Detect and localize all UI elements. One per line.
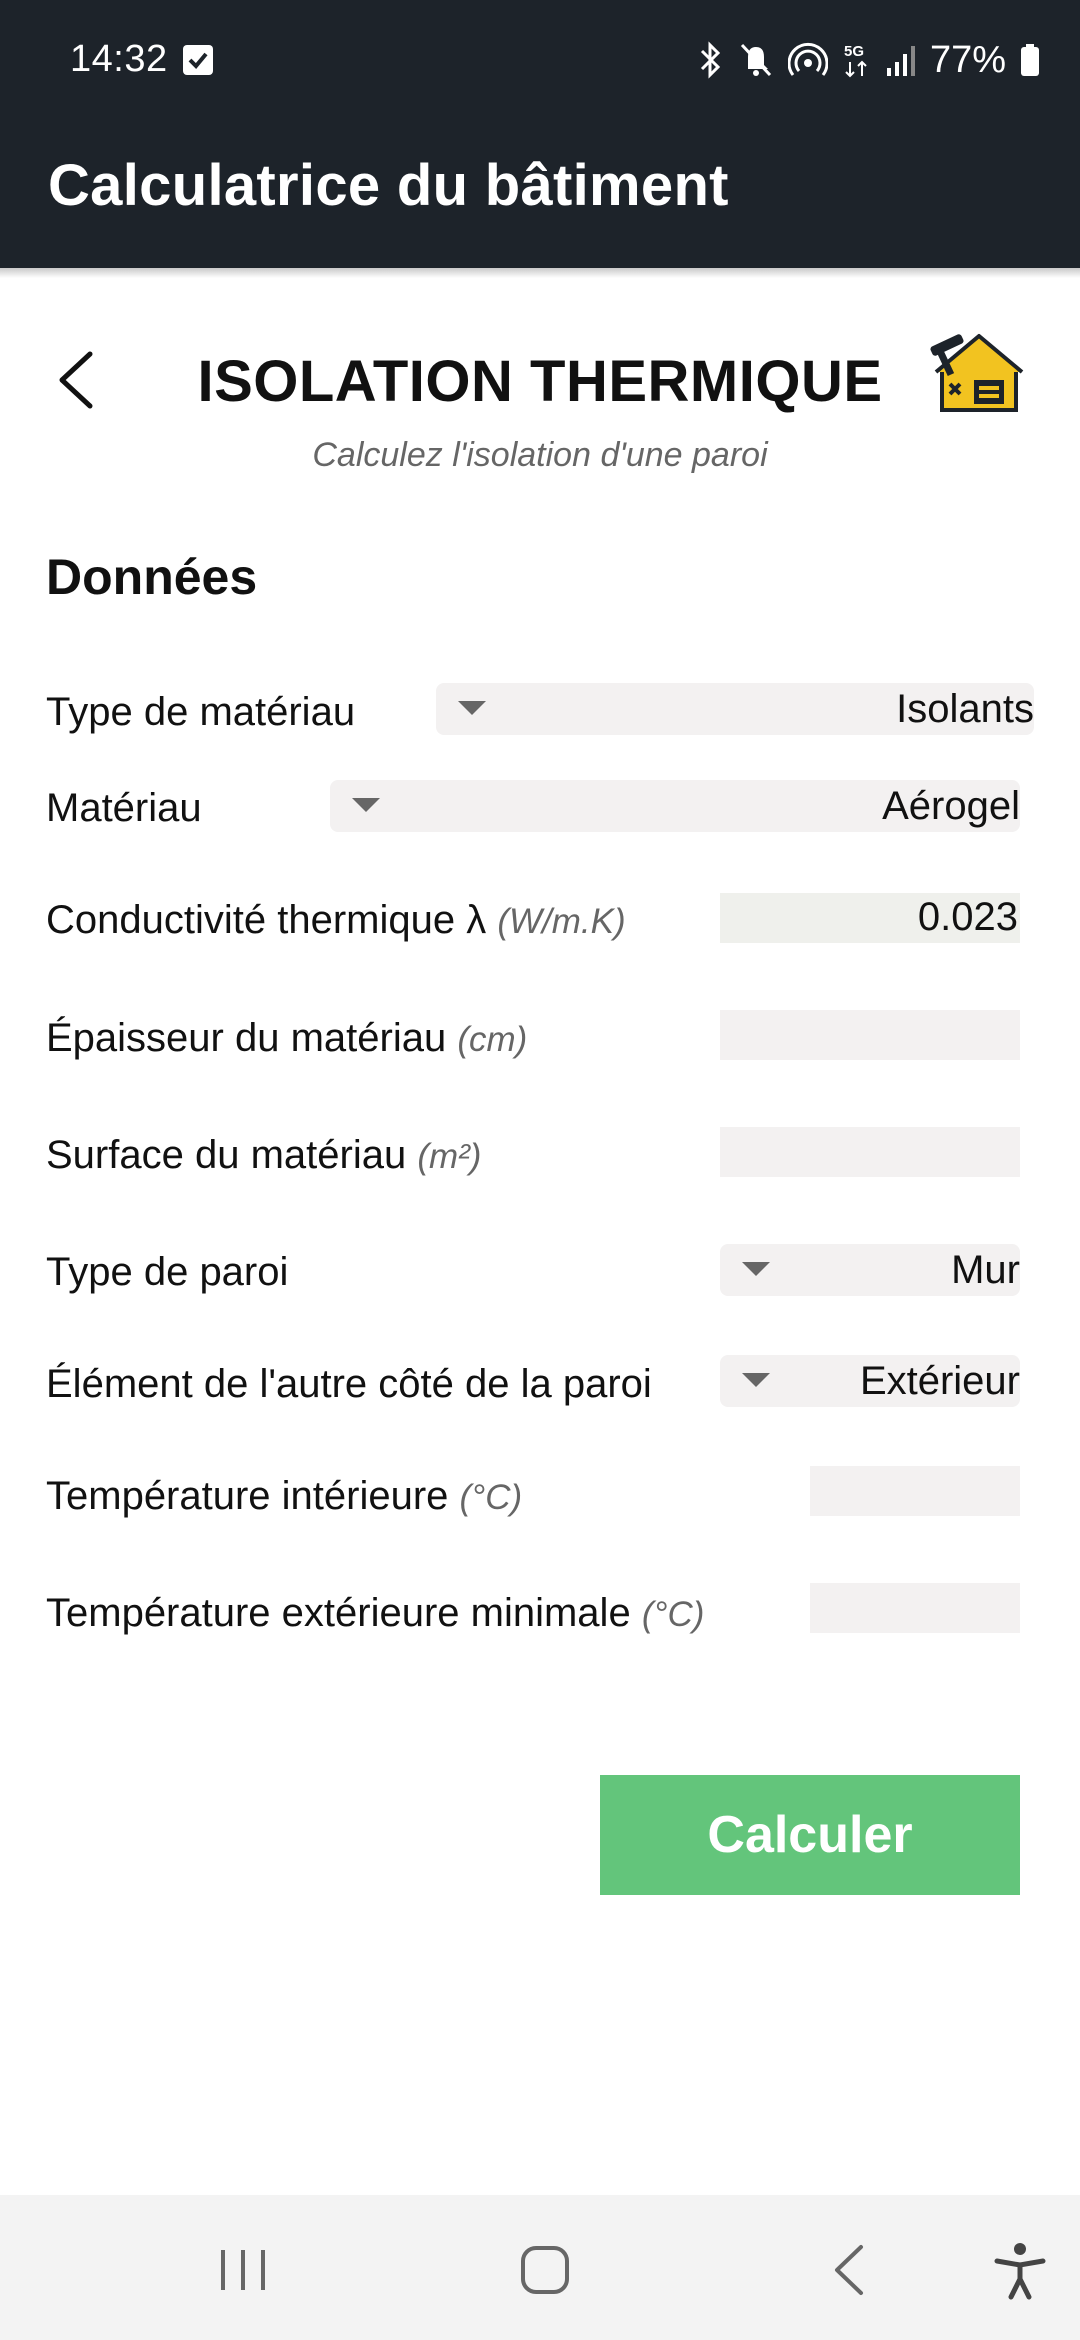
surface-unit: (m²) [417,1137,482,1176]
type-materiau-label-text: Type de matériau [46,690,356,734]
building-calculator-icon [928,322,1024,418]
materiau-select[interactable]: Aérogel [330,780,1020,832]
dropdown-caret-icon [352,798,380,812]
app-bar-shadow [0,268,1080,278]
checkbox-icon [183,45,213,75]
surface-label-text: Surface du matériau [46,1133,407,1177]
back-icon [835,2245,863,2295]
materiau-value: Aérogel [882,784,1020,828]
epaisseur-unit: (cm) [457,1020,528,1059]
5g-icon: 5G [844,43,867,78]
temp-interieure-unit: (°C) [459,1478,523,1517]
accessibility-icon [994,2243,1046,2300]
element-autre-cote-label: Élément de l'autre côté de la paroi [46,1362,652,1407]
home-button[interactable] [510,2235,580,2305]
recent-apps-button[interactable] [208,2235,278,2305]
app-bar: Calculatrice du bâtiment [0,124,1080,268]
mute-icon [740,43,772,77]
conductivite-input[interactable]: 0.023 [720,893,1020,943]
temp-exterieure-label: Température extérieure minimale (°C) [46,1591,704,1636]
section-title: Données [46,549,258,605]
battery-icon [1021,44,1039,76]
conductivite-unit: (W/m.K) [497,902,626,941]
conductivite-label-text: Conductivité thermique λ [46,898,487,942]
calculate-button[interactable]: Calculer [600,1775,1020,1895]
recent-apps-icon [221,2250,265,2290]
type-paroi-value: Mur [951,1248,1020,1292]
dropdown-caret-icon [742,1262,770,1276]
signal-icon [886,46,915,76]
materiau-label: Matériau [46,786,202,831]
temp-exterieure-unit: (°C) [641,1595,705,1634]
surface-label: Surface du matériau (m²) [46,1133,481,1178]
type-materiau-value: Isolants [896,687,1034,731]
type-paroi-label: Type de paroi [46,1250,288,1295]
element-autre-cote-select[interactable]: Extérieur [720,1355,1020,1407]
status-icons: 5G 77% [698,36,1040,84]
materiau-label-text: Matériau [46,786,202,830]
home-icon [521,2246,569,2294]
type-paroi-select[interactable]: Mur [720,1244,1020,1296]
bluetooth-icon [700,41,721,79]
type-paroi-label-text: Type de paroi [46,1250,289,1294]
conductivite-label: Conductivité thermique λ (W/m.K) [46,898,626,943]
temp-interieure-input[interactable] [810,1466,1020,1516]
epaisseur-label: Épaisseur du matériau (cm) [46,1016,527,1061]
battery-percentage: 77% [929,38,1006,81]
temp-interieure-label-text: Température intérieure [46,1474,449,1518]
conductivite-value: 0.023 [917,895,1018,939]
type-materiau-label: Type de matériau [46,690,355,735]
page-subtitle: Calculez l'isolation d'une paroi [312,436,768,474]
temp-exterieure-input[interactable] [810,1583,1020,1633]
svg-text:5G: 5G [844,43,864,60]
status-time: 14:32 [70,38,168,80]
element-autre-cote-label-text: Élément de l'autre côté de la paroi [46,1362,652,1406]
app-title: Calculatrice du bâtiment [48,153,729,218]
epaisseur-input[interactable] [720,1010,1020,1060]
nav-back-button[interactable] [815,2235,885,2305]
accessibility-button[interactable] [985,2235,1055,2305]
navigation-bar [0,2195,1080,2340]
epaisseur-label-text: Épaisseur du matériau [46,1016,447,1060]
status-bar: 14:32 5G 77% [0,0,1080,124]
surface-input[interactable] [720,1127,1020,1177]
type-materiau-select[interactable]: Isolants [436,683,1034,735]
dropdown-caret-icon [458,701,486,715]
temp-exterieure-label-text: Température extérieure minimale [46,1591,631,1635]
hotspot-icon [787,42,828,76]
temp-interieure-label: Température intérieure (°C) [46,1474,522,1519]
element-autre-cote-value: Extérieur [859,1359,1020,1403]
page-title: ISOLATION THERMIQUE [197,349,883,414]
dropdown-caret-icon [742,1373,770,1387]
